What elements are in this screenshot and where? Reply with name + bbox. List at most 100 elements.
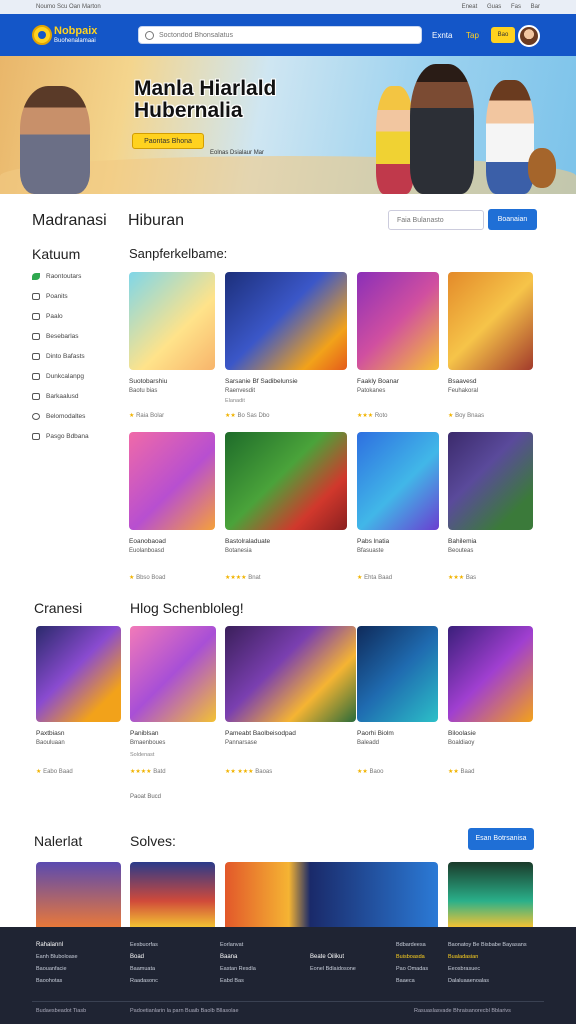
game-title[interactable]: Paniblsan	[130, 730, 159, 737]
game-thumbnail[interactable]	[357, 626, 438, 722]
game-title[interactable]: Pameabt Baolbeisodpad	[225, 730, 296, 737]
game-thumbnail[interactable]	[225, 432, 347, 530]
game-thumbnail[interactable]	[448, 862, 533, 927]
rating-text: Boy Bnaas	[455, 413, 485, 419]
top-link[interactable]: Eneat	[462, 4, 478, 10]
top-link[interactable]: Bar	[531, 4, 540, 10]
game-rating: ★★ Baad	[448, 768, 474, 775]
footer-link[interactable]: Eabd Bas	[220, 975, 256, 987]
hero-title-line2: Hubernalia	[134, 99, 243, 122]
sidebar-item[interactable]: Belomodaltes	[32, 406, 122, 426]
search-box[interactable]	[138, 26, 422, 44]
star-icon: ★★★	[357, 413, 374, 419]
category-icon	[32, 392, 40, 400]
section3-button[interactable]: Esan Botrsanisa	[468, 828, 534, 850]
sidebar-item[interactable]: Besebarlas	[32, 326, 122, 346]
top-link[interactable]: Fas	[511, 4, 521, 10]
top-strip-text: Noumo Scu Oan Marton	[36, 4, 101, 10]
game-rating: ★★★ Bas	[448, 574, 476, 581]
star-icon: ★	[357, 575, 363, 581]
game-title[interactable]: Eoanobaoad	[129, 538, 166, 545]
game-thumbnail[interactable]	[129, 432, 215, 530]
footer-link[interactable]: Baaeca	[396, 975, 428, 987]
game-thumbnail[interactable]	[36, 862, 121, 927]
game-genre: Patokanes	[357, 388, 386, 394]
game-genre: Baotu bias	[129, 388, 158, 394]
filter-input[interactable]: Faia Bulanasto	[388, 210, 484, 230]
footer-link[interactable]: Eonel Bdlaidosone	[310, 963, 356, 975]
footer-link[interactable]: Eeosbrasuec	[448, 963, 527, 975]
game-rating: ★★ Bo Sas Dbo	[225, 412, 269, 419]
game-thumbnail[interactable]	[357, 272, 439, 370]
footer-link[interactable]: Baoohotas	[36, 975, 78, 987]
footer-link[interactable]: Eorlanvat	[220, 939, 256, 951]
game-rating: ★★★★ Batd	[130, 768, 166, 775]
more-link[interactable]: Paoat Bucd	[130, 794, 161, 800]
top-link[interactable]: Guas	[487, 4, 501, 10]
site-logo[interactable]: Nobpaix Buohenalamaai	[32, 24, 104, 46]
footer-link[interactable]: Eastan Resdla	[220, 963, 256, 975]
footer-link-highlight[interactable]: Bualadasian	[448, 951, 527, 963]
search-input[interactable]	[159, 29, 409, 42]
footer-link-highlight[interactable]: Buisboasda	[396, 951, 428, 963]
footer-link[interactable]: Pao Omadas	[396, 963, 428, 975]
footer-link[interactable]: Raadasonc	[130, 975, 158, 987]
game-title[interactable]: Suotobarshiu	[129, 378, 167, 385]
sidebar-item[interactable]: Barkaalusd	[32, 386, 122, 406]
game-title[interactable]: Biloolasie	[448, 730, 476, 737]
game-title[interactable]: Bsaavesd	[448, 378, 477, 385]
game-thumbnail[interactable]	[36, 626, 121, 722]
game-genre: Raenvesdit	[225, 388, 256, 394]
game-subtitle: Elanadit	[225, 398, 245, 404]
game-thumbnail[interactable]	[130, 626, 216, 722]
sidebar-item-label: Raontoutars	[46, 272, 82, 280]
sidebar-item-label: Belomodaltes	[46, 412, 86, 420]
sidebar-item[interactable]: Poanits	[32, 286, 122, 306]
game-thumbnail[interactable]	[448, 272, 533, 370]
game-title[interactable]: Faakly Boanar	[357, 378, 399, 385]
footer-link[interactable]: Baonatoy Be Bisbabe Bayasans	[448, 939, 527, 951]
game-thumbnail[interactable]	[357, 432, 439, 530]
footer-column: Eorlanvat Baana Eastan Resdla Eabd Bas	[220, 939, 256, 987]
game-thumbnail[interactable]	[225, 862, 438, 927]
top-strip: Noumo Scu Oan Marton Eneat Guas Fas Bar	[0, 0, 576, 14]
sidebar-item[interactable]: Raontoutars	[32, 266, 122, 286]
game-thumbnail[interactable]	[129, 272, 215, 370]
footer-link[interactable]: Baouanfacie	[36, 963, 78, 975]
footer-column: Baonatoy Be Bisbabe Bayasans Bualadasian…	[448, 939, 527, 987]
game-thumbnail[interactable]	[130, 862, 215, 927]
footer-link[interactable]: Dalaluaaenoalas	[448, 975, 527, 987]
filter-button[interactable]: Boanaian	[488, 209, 537, 230]
game-title[interactable]: Bastolraladuate	[225, 538, 270, 545]
game-title[interactable]: Bahilemia	[448, 538, 477, 545]
footer-link[interactable]: Bdbardeesa	[396, 939, 428, 951]
sidebar-item-label: Paalo	[46, 312, 63, 320]
sidebar-item[interactable]: Paalo	[32, 306, 122, 326]
star-icon: ★★	[357, 769, 368, 775]
footer-link[interactable]: Eanh Bluboloase	[36, 951, 78, 963]
game-title[interactable]: Paxtbiasn	[36, 730, 65, 737]
star-icon: ★★★★	[225, 575, 247, 581]
game-title[interactable]: Paorhi Biolm	[357, 730, 394, 737]
footer-link[interactable]: Baamuata	[130, 963, 158, 975]
site-header: Nobpaix Buohenalamaai Exnta Tap Bao	[0, 14, 576, 56]
header-button[interactable]: Bao	[491, 27, 515, 43]
sidebar-item[interactable]: Dinto Bafasts	[32, 346, 122, 366]
nav-link-active[interactable]: Tap	[466, 31, 479, 40]
rating-text: Baoo	[369, 769, 384, 775]
game-title[interactable]: Sarsanie Bf Sadibelunsie	[225, 378, 298, 385]
game-thumbnail[interactable]	[225, 272, 347, 370]
user-avatar[interactable]	[518, 25, 540, 47]
nav-link[interactable]: Exnta	[432, 31, 452, 40]
game-thumbnail[interactable]	[225, 626, 356, 722]
hero-title-line1: Manla Hiarlald	[134, 77, 277, 100]
game-thumbnail[interactable]	[448, 626, 533, 722]
game-genre: Feuhakoral	[448, 388, 479, 394]
game-thumbnail[interactable]	[448, 432, 533, 530]
game-title[interactable]: Pabs lnatia	[357, 538, 389, 545]
footer-column: Rahalannl Eanh Bluboloase Baouanfacie Ba…	[36, 939, 78, 987]
sidebar-item[interactable]: Pasgo Bdbana	[32, 426, 122, 446]
sidebar-item[interactable]: Dunkcalanpg	[32, 366, 122, 386]
hero-cta-button[interactable]: Paontas Bhona	[132, 133, 204, 149]
footer-link[interactable]: Eesbuorfas	[130, 939, 158, 951]
